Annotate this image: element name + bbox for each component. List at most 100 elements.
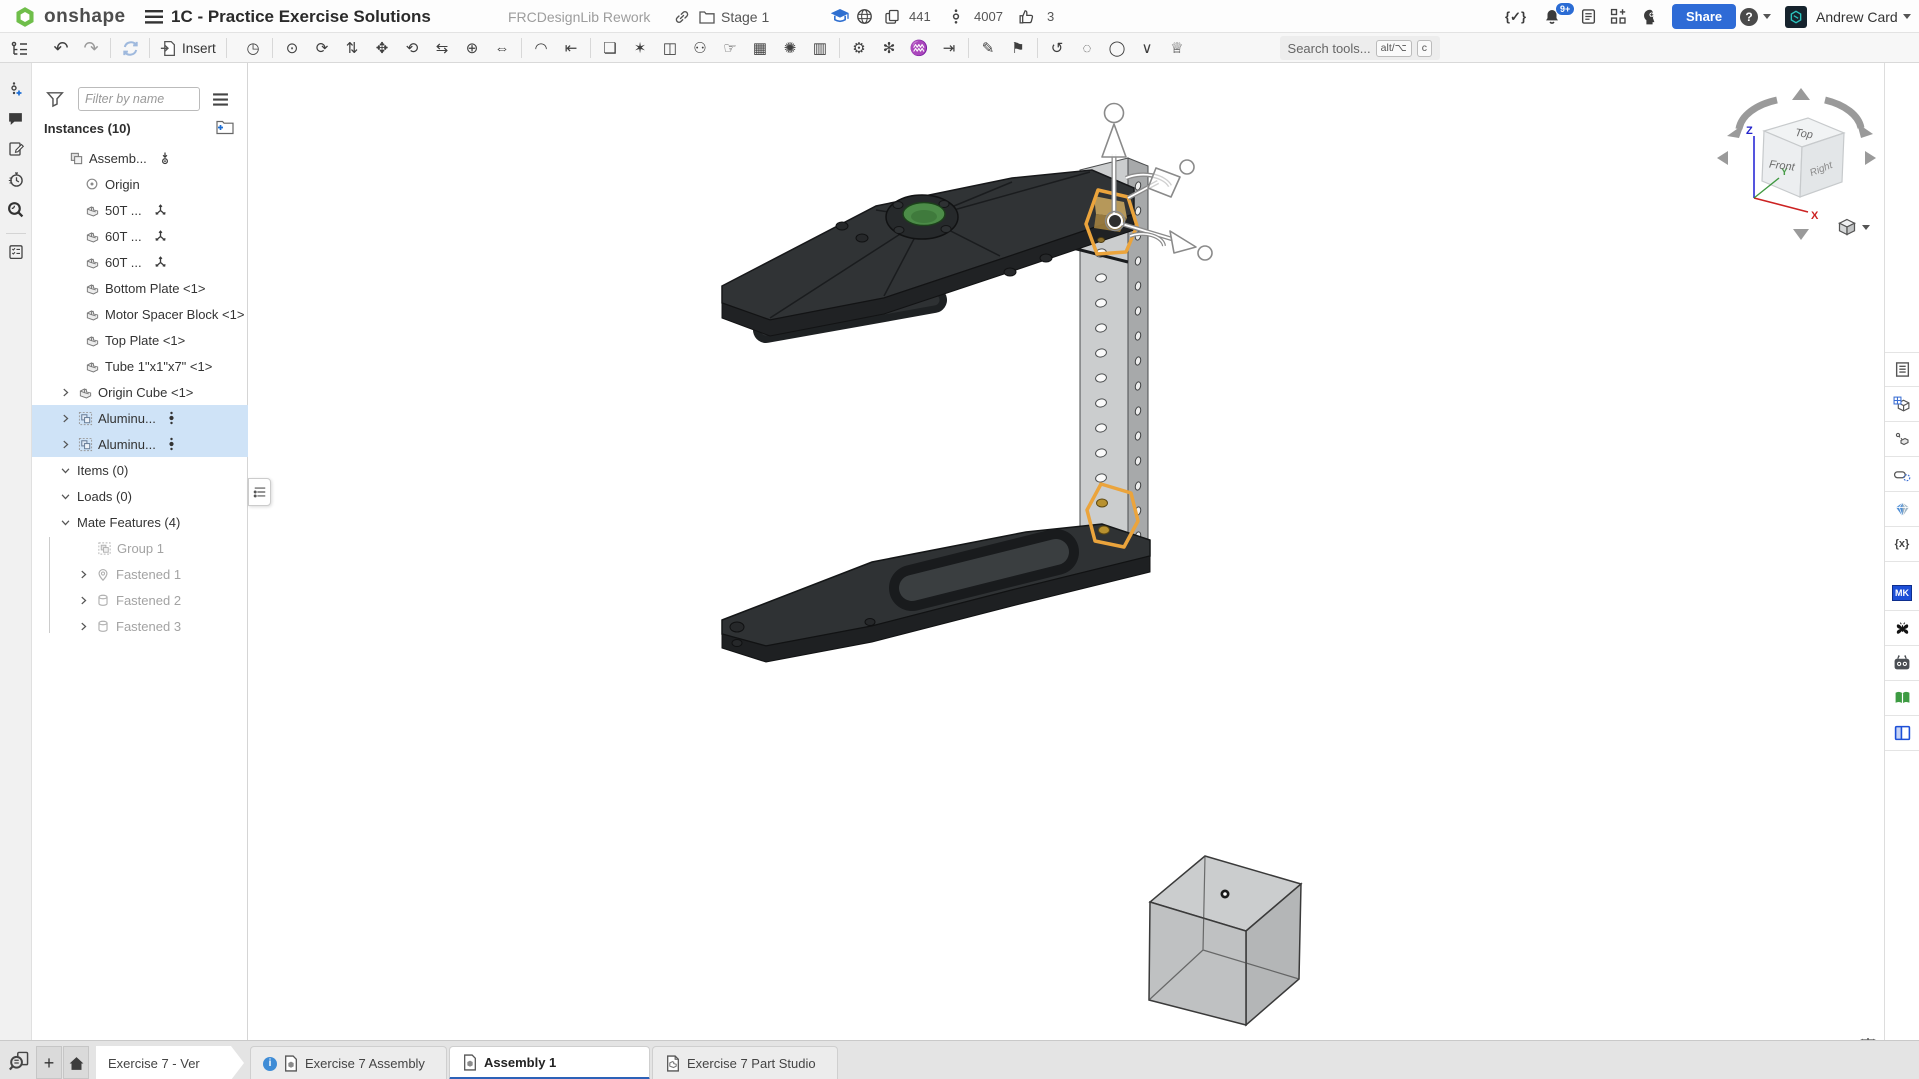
featurescript-panel-icon[interactable]: {x} [1885, 527, 1919, 562]
public-globe-icon[interactable] [856, 0, 873, 33]
fastened-mate-icon[interactable]: ⊙ [277, 35, 307, 61]
history-icon[interactable] [4, 167, 28, 191]
insert-in-context-icon[interactable]: ⇥ [934, 35, 964, 61]
structure-tree-toggle-icon[interactable] [4, 35, 34, 61]
education-icon[interactable] [830, 0, 850, 33]
filter-input[interactable] [78, 87, 200, 111]
tree-item[interactable]: Assemb... [32, 145, 248, 171]
viewcube-arrow-right[interactable] [1865, 151, 1876, 165]
tree-item[interactable]: Origin Cube <1> [32, 379, 248, 405]
section-view-icon[interactable]: ↺ [1042, 35, 1072, 61]
chevron-right-icon[interactable] [76, 621, 90, 632]
revolute-mate-icon[interactable]: ⟳ [307, 35, 337, 61]
insert-folder-icon[interactable] [215, 119, 235, 135]
versions-count-icon[interactable] [950, 0, 962, 33]
chevron-right-icon[interactable] [58, 439, 72, 450]
user-avatar[interactable] [1785, 0, 1807, 33]
undo-icon[interactable]: ↶ [46, 35, 76, 61]
comments-icon[interactable] [4, 107, 28, 131]
view-mode-dropdown[interactable] [1837, 218, 1870, 236]
document-tab[interactable]: iExercise 7 Assembly [250, 1046, 447, 1079]
dots-icon[interactable] [167, 410, 176, 426]
chevron-right-icon[interactable] [58, 413, 72, 424]
help-icon[interactable]: ? [1740, 0, 1771, 33]
tree-item[interactable]: Fastened 1 [32, 561, 248, 587]
insert-button[interactable]: Insert [154, 37, 222, 60]
tree-item[interactable]: 60T ... [32, 249, 248, 275]
tree-item[interactable]: Fastened 3 [32, 613, 248, 639]
tree-item[interactable]: Top Plate <1> [32, 327, 248, 353]
mate-limits-icon[interactable]: ⇤ [556, 35, 586, 61]
document-tab[interactable]: Exercise 7 - Ver [96, 1046, 244, 1079]
create-version-icon[interactable] [4, 77, 28, 101]
chevron-down-icon[interactable] [58, 491, 72, 502]
tree-item[interactable]: Bottom Plate <1> [32, 275, 248, 301]
circular-pattern-icon[interactable]: ⚇ [685, 35, 715, 61]
replicate-icon[interactable]: ✶ [625, 35, 655, 61]
snap-mode-icon[interactable]: ☞ [715, 35, 745, 61]
search-tools[interactable]: Search tools... alt/⌥ c [1280, 36, 1440, 60]
viewcube-rotate-right[interactable] [1825, 100, 1861, 128]
dots-icon[interactable] [167, 436, 176, 452]
pin-slot-mate-icon[interactable]: ⇆ [427, 35, 457, 61]
named-positions-icon[interactable]: ▥ [805, 35, 835, 61]
green-book-app-icon[interactable] [1885, 681, 1919, 716]
filter-icon[interactable] [46, 90, 64, 108]
chevron-right-icon[interactable] [58, 387, 72, 398]
show-mates-icon[interactable]: ◯ [1102, 35, 1132, 61]
split-view-icon[interactable]: ∨ [1132, 35, 1162, 61]
likes-icon[interactable] [1018, 0, 1035, 33]
tree-item[interactable]: Group 1 [32, 535, 248, 561]
graphics-viewport[interactable]: Z X Y Top Front Right [248, 63, 1884, 1040]
tree-item[interactable]: 60T ... [32, 223, 248, 249]
derived-panel-icon[interactable] [1885, 422, 1919, 457]
tree-item[interactable]: Fastened 2 [32, 587, 248, 613]
blue-book-app-icon[interactable] [1885, 716, 1919, 751]
group-icon[interactable]: ❏ [595, 35, 625, 61]
appearance-icon[interactable]: ♕ [1162, 35, 1192, 61]
chevron-down-icon[interactable] [58, 517, 72, 528]
chevron-right-icon[interactable] [76, 569, 90, 580]
tree-item[interactable]: Aluminu... [32, 431, 248, 457]
bottom-plate-part[interactable] [722, 524, 1150, 662]
workspace-name[interactable]: Stage 1 [721, 0, 769, 33]
release-tasks-icon[interactable] [1580, 0, 1597, 33]
search-document-icon[interactable] [4, 197, 28, 221]
tree-item[interactable]: Loads (0) [32, 483, 248, 509]
tree-item[interactable]: 50T ... [32, 197, 248, 223]
gem-app-icon[interactable] [1885, 492, 1919, 527]
new-tab-button[interactable]: + [36, 1046, 62, 1079]
viewcube-arrow-up[interactable] [1792, 88, 1810, 100]
chevron-right-icon[interactable] [76, 595, 90, 606]
document-tab[interactable]: Assembly 1 [449, 1046, 650, 1079]
chevron-down-icon[interactable] [58, 465, 72, 476]
update-linked-documents-icon[interactable] [115, 35, 145, 61]
rack-relation-icon[interactable]: ♒ [904, 35, 934, 61]
share-button[interactable]: Share [1672, 4, 1736, 29]
tangent-mate-icon[interactable]: ◠ [526, 35, 556, 61]
tree-item[interactable]: Aluminu... [32, 405, 248, 431]
top-plate-part[interactable] [722, 170, 1134, 336]
publication-icon[interactable]: ⚑ [1003, 35, 1033, 61]
home-tab-button[interactable] [63, 1046, 89, 1079]
notifications-bell-icon[interactable]: 9+ [1543, 0, 1561, 33]
configurations-panel-icon[interactable] [1885, 387, 1919, 422]
dimensions-panel-icon[interactable] [1885, 457, 1919, 492]
action-items-icon[interactable] [4, 240, 28, 264]
feedback-code-icon[interactable]: {✓} [1505, 0, 1526, 33]
tree-item[interactable]: Items (0) [32, 457, 248, 483]
slider-mate-icon[interactable]: ⇅ [337, 35, 367, 61]
gear-relation-icon[interactable]: ✻ [874, 35, 904, 61]
linear-pattern-icon[interactable]: ◫ [655, 35, 685, 61]
tab-search-icon[interactable] [8, 1050, 30, 1072]
create-drawing-icon[interactable]: ✎ [973, 35, 1003, 61]
cylindrical-mate-icon[interactable]: ⟲ [397, 35, 427, 61]
origin-cube-part[interactable] [1149, 856, 1301, 1025]
parallel-mate-icon[interactable]: ⇔ [487, 35, 517, 61]
user-name[interactable]: Andrew Card [1816, 0, 1911, 33]
learning-center-icon[interactable] [1641, 0, 1659, 33]
bom-panel-icon[interactable] [1885, 352, 1919, 387]
hamburger-menu-icon[interactable] [145, 0, 163, 33]
exploded-view-icon[interactable]: ✺ [775, 35, 805, 61]
hide-mates-icon[interactable]: ◌ [1072, 35, 1102, 61]
